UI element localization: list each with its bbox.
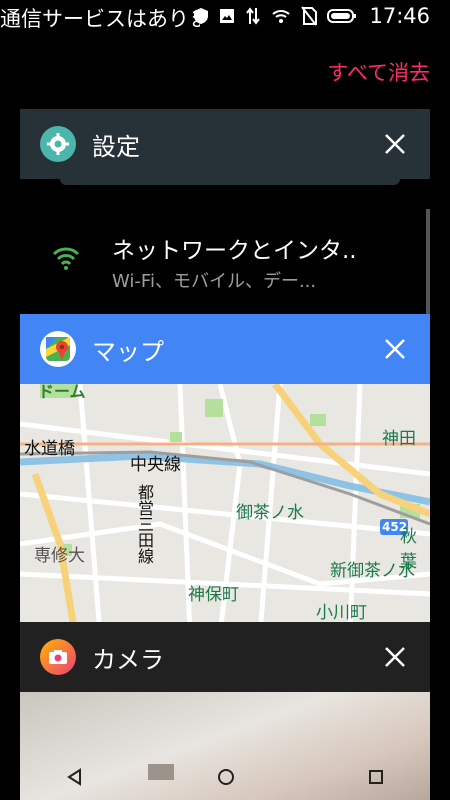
recents-icon[interactable]	[368, 769, 384, 785]
settings-preview: ネットワークとインタ.. Wi-Fi、モバイル、デー...	[20, 179, 430, 329]
image-icon	[220, 9, 235, 23]
home-icon[interactable]	[217, 768, 235, 786]
map-label-senshu: 専修大	[34, 546, 85, 566]
map-preview: ドーム 水道橋 中央線 都営三田線 御茶ノ水 専修大 神保町 新御茶ノ水 小川町…	[20, 381, 430, 634]
map-label-dome: ドーム	[38, 382, 86, 401]
status-notification-text: 通信サービスはありません	[0, 7, 200, 31]
clear-all-button[interactable]: すべて消去	[327, 57, 430, 87]
google-maps-icon	[40, 331, 76, 367]
map-label-ochanomizu: 御茶ノ水	[236, 503, 304, 523]
card-header: カメラ	[20, 622, 430, 692]
settings-item-subtitle: Wi-Fi、モバイル、デー...	[112, 271, 317, 292]
card-title: カメラ	[92, 645, 164, 674]
status-time: 17:46	[369, 4, 430, 28]
navigation-bar	[0, 754, 450, 800]
scrollbar	[426, 209, 430, 329]
wifi-icon	[272, 10, 291, 23]
map-label-ogawamachi: 小川町	[316, 603, 367, 623]
recent-app-card-settings[interactable]: 設定 ネットワークとインタ.. Wi-Fi、モバイル、デー...	[20, 109, 430, 329]
map-label-mita-line: 都営三田線	[135, 484, 154, 564]
back-icon[interactable]	[66, 768, 84, 786]
card-title: 設定	[92, 132, 140, 161]
shield-icon	[194, 8, 209, 24]
recent-app-card-maps[interactable]: マップ ドーム 水道橋 中央線 都営三田線 御茶ノ水 専修大 神保町 新御茶ノ水…	[20, 314, 430, 634]
settings-item-title: ネットワークとインタ..	[112, 238, 357, 264]
status-bar: 通信サービスはありません 17:46	[0, 0, 450, 32]
card-header: 設定	[20, 109, 430, 179]
close-icon[interactable]	[382, 131, 408, 157]
data-arrows-icon	[246, 7, 261, 25]
search-bar-edge	[60, 179, 400, 185]
map-label-suidobashi: 水道橋	[24, 439, 75, 459]
status-icons: 17:46	[193, 0, 430, 32]
map-route-badge: 452	[382, 520, 408, 534]
map-label-jimbocho: 神保町	[188, 585, 239, 605]
map-label-kanda: 神田	[382, 429, 416, 449]
wifi-icon	[52, 247, 80, 270]
gear-icon	[40, 126, 76, 162]
card-header: マップ	[20, 314, 430, 384]
card-title: マップ	[92, 337, 164, 366]
camera-icon	[40, 639, 76, 675]
battery-icon	[327, 9, 357, 23]
close-icon[interactable]	[382, 336, 408, 362]
close-icon[interactable]	[382, 644, 408, 670]
no-sim-icon	[301, 6, 318, 26]
map-label-chuo-line: 中央線	[130, 455, 181, 475]
